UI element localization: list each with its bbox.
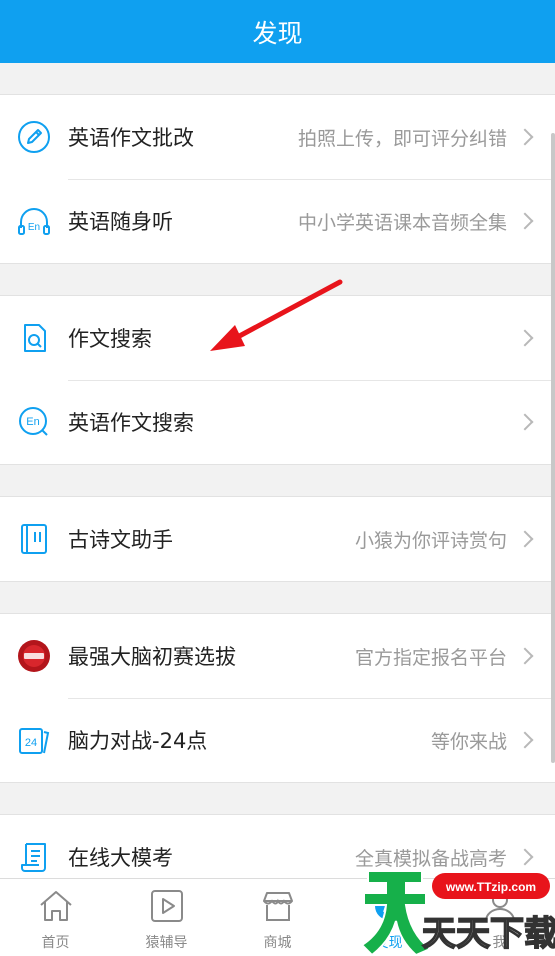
list-item-brain-contest[interactable]: 最强大脑初赛选拔 官方指定报名平台 — [0, 614, 555, 698]
item-subtitle: 官方指定报名平台 — [354, 646, 507, 669]
item-title: 英语随身听 — [68, 210, 173, 234]
svg-text:En: En — [28, 222, 40, 233]
list-item-english-listening[interactable]: En 英语随身听 中小学英语课本音频全集 — [0, 179, 555, 263]
document-search-icon — [17, 321, 51, 355]
tab-label: 商城 — [263, 935, 292, 951]
cards-24-icon: 24 — [17, 723, 51, 757]
item-subtitle: 小猿为你评诗赏句 — [354, 529, 507, 552]
tab-me[interactable]: 我 — [444, 879, 555, 956]
scroll-icon — [17, 840, 51, 874]
item-title: 作文搜索 — [68, 327, 152, 351]
chevron-right-icon — [516, 212, 534, 230]
list-item-english-essay-search[interactable]: En 英语作文搜索 — [0, 380, 555, 464]
en-search-icon: En — [17, 405, 51, 439]
tab-discover[interactable]: 发现 — [333, 879, 444, 956]
chevron-right-icon — [516, 128, 534, 146]
chevron-right-icon — [516, 329, 534, 347]
list-item-poetry-assistant[interactable]: 古诗文助手 小猿为你评诗赏句 — [0, 497, 555, 581]
svg-text:En: En — [26, 416, 39, 428]
tab-label: 猿辅导 — [145, 935, 188, 951]
item-subtitle: 中小学英语课本音频全集 — [297, 211, 507, 234]
pencil-icon — [17, 120, 51, 154]
group-games: 最强大脑初赛选拔 官方指定报名平台 24 脑力对战-24点 等你来战 — [0, 613, 555, 783]
svg-text:24: 24 — [25, 737, 37, 749]
list-item-24-points[interactable]: 24 脑力对战-24点 等你来战 — [0, 698, 555, 782]
chevron-right-icon — [516, 413, 534, 431]
item-title: 脑力对战-24点 — [68, 729, 208, 753]
scrollbar[interactable] — [551, 133, 555, 763]
brain-logo-icon — [17, 639, 51, 673]
item-title: 英语作文批改 — [68, 126, 194, 150]
discover-icon — [369, 886, 409, 926]
tab-label: 首页 — [41, 935, 70, 951]
item-subtitle: 全真模拟备战高考 — [354, 847, 507, 870]
item-title: 古诗文助手 — [68, 528, 173, 552]
list-item-essay-correction[interactable]: 英语作文批改 拍照上传，即可评分纠错 — [0, 95, 555, 179]
page-title: 发现 — [252, 18, 303, 48]
user-icon — [480, 886, 520, 926]
store-icon — [258, 886, 298, 926]
home-icon — [36, 886, 76, 926]
chevron-right-icon — [516, 647, 534, 665]
item-subtitle: 等你来战 — [430, 730, 507, 753]
list-item-essay-search[interactable]: 作文搜索 — [0, 296, 555, 380]
headphones-en-icon: En — [17, 204, 51, 238]
tab-store[interactable]: 商城 — [222, 879, 333, 956]
book-icon — [17, 522, 51, 556]
item-title: 最强大脑初赛选拔 — [68, 645, 236, 669]
bottom-tab-bar: 首页 猿辅导 商城 发现 我 — [0, 878, 555, 956]
tab-yuanfudao[interactable]: 猿辅导 — [111, 879, 222, 956]
list-item-online-exam[interactable]: 在线大模考 全真模拟备战高考 — [0, 815, 555, 878]
item-subtitle: 拍照上传，即可评分纠错 — [297, 127, 507, 150]
tab-label: 我 — [492, 935, 507, 951]
top-bar: 发现 — [0, 0, 555, 63]
chevron-right-icon — [516, 731, 534, 749]
group-exam: 在线大模考 全真模拟备战高考 — [0, 814, 555, 878]
tab-label: 发现 — [374, 935, 403, 951]
discover-list[interactable]: 英语作文批改 拍照上传，即可评分纠错 En 英语随身听 中小学英语课本音频全集 … — [0, 63, 555, 878]
group-writing: 英语作文批改 拍照上传，即可评分纠错 En 英语随身听 中小学英语课本音频全集 — [0, 94, 555, 264]
item-title: 英语作文搜索 — [68, 411, 194, 435]
group-poetry: 古诗文助手 小猿为你评诗赏句 — [0, 496, 555, 582]
play-icon — [147, 886, 187, 926]
tab-home[interactable]: 首页 — [0, 879, 111, 956]
chevron-right-icon — [516, 530, 534, 548]
chevron-right-icon — [516, 848, 534, 866]
item-title: 在线大模考 — [68, 846, 173, 870]
group-search: 作文搜索 En 英语作文搜索 — [0, 295, 555, 465]
